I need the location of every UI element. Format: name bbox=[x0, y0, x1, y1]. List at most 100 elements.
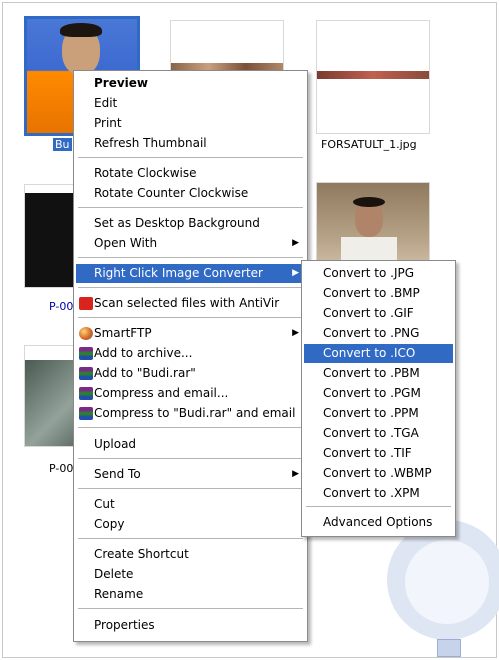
image-converter-submenu: Convert to .JPG Convert to .BMP Convert … bbox=[301, 260, 456, 537]
menu-item-add-to-budi-rar[interactable]: Add to "Budi.rar" bbox=[76, 364, 305, 383]
menu-item-delete[interactable]: Delete bbox=[76, 565, 305, 584]
window-corner-button[interactable] bbox=[437, 639, 461, 657]
menu-item-label: Convert to .PGM bbox=[323, 386, 421, 400]
submenu-item-convert-png[interactable]: Convert to .PNG bbox=[304, 324, 453, 343]
menu-item-label: Convert to .PNG bbox=[323, 326, 420, 340]
menu-item-smartftp[interactable]: SmartFTP ▶ bbox=[76, 324, 305, 343]
menu-item-label: Preview bbox=[94, 76, 149, 90]
menu-separator bbox=[78, 458, 303, 459]
background-logo-center bbox=[405, 540, 489, 624]
menu-item-label: Convert to .XPM bbox=[323, 486, 420, 500]
menu-item-copy[interactable]: Copy bbox=[76, 515, 305, 534]
thumbnail-strip bbox=[317, 71, 429, 79]
submenu-arrow-icon: ▶ bbox=[292, 469, 299, 479]
menu-separator bbox=[78, 257, 303, 258]
menu-item-label: Refresh Thumbnail bbox=[94, 136, 207, 150]
menu-item-label: Scan selected files with AntiVir bbox=[94, 296, 280, 310]
menu-item-label: Copy bbox=[94, 517, 125, 531]
menu-item-right-click-image-converter[interactable]: Right Click Image Converter ▶ bbox=[76, 264, 305, 283]
menu-item-label: Advanced Options bbox=[323, 515, 433, 529]
menu-item-scan-antivir[interactable]: Scan selected files with AntiVir bbox=[76, 294, 305, 313]
menu-item-label: Convert to .TIF bbox=[323, 446, 412, 460]
menu-item-label: Set as Desktop Background bbox=[94, 216, 260, 230]
menu-separator bbox=[78, 538, 303, 539]
menu-item-label: Convert to .TGA bbox=[323, 426, 419, 440]
antivir-icon bbox=[79, 297, 93, 310]
submenu-arrow-icon: ▶ bbox=[292, 328, 299, 338]
submenu-item-convert-ico[interactable]: Convert to .ICO bbox=[304, 344, 453, 363]
submenu-item-convert-jpg[interactable]: Convert to .JPG bbox=[304, 264, 453, 283]
submenu-item-advanced-options[interactable]: Advanced Options bbox=[304, 513, 453, 532]
menu-item-rotate-clockwise[interactable]: Rotate Clockwise bbox=[76, 164, 305, 183]
menu-item-label: Edit bbox=[94, 96, 118, 110]
menu-item-label: Open With bbox=[94, 236, 158, 250]
menu-item-label: Cut bbox=[94, 497, 115, 511]
menu-item-label: Rotate Clockwise bbox=[94, 166, 197, 180]
winrar-icon bbox=[79, 347, 93, 360]
menu-item-cut[interactable]: Cut bbox=[76, 495, 305, 514]
menu-item-properties[interactable]: Properties bbox=[76, 616, 305, 635]
file-thumbnail-forsatult[interactable] bbox=[316, 20, 430, 134]
submenu-item-convert-pbm[interactable]: Convert to .PBM bbox=[304, 364, 453, 383]
file-caption-p00-1[interactable]: P-00 bbox=[49, 300, 73, 313]
submenu-arrow-icon: ▶ bbox=[292, 268, 299, 278]
menu-item-label: Convert to .BMP bbox=[323, 286, 420, 300]
menu-item-label: Add to "Budi.rar" bbox=[94, 366, 196, 380]
menu-item-compress-to-budi-rar-and-email[interactable]: Compress to "Budi.rar" and email bbox=[76, 404, 305, 423]
menu-separator bbox=[78, 157, 303, 158]
submenu-item-convert-pgm[interactable]: Convert to .PGM bbox=[304, 384, 453, 403]
submenu-item-convert-ppm[interactable]: Convert to .PPM bbox=[304, 404, 453, 423]
file-caption-budi[interactable]: Bu bbox=[53, 138, 72, 151]
menu-item-label: Create Shortcut bbox=[94, 547, 189, 561]
menu-item-refresh-thumbnail[interactable]: Refresh Thumbnail bbox=[76, 134, 305, 153]
menu-item-set-desktop-background[interactable]: Set as Desktop Background bbox=[76, 214, 305, 233]
menu-item-label: Rotate Counter Clockwise bbox=[94, 186, 249, 200]
context-menu: Preview Edit Print Refresh Thumbnail Rot… bbox=[73, 70, 308, 642]
submenu-arrow-icon: ▶ bbox=[292, 238, 299, 248]
menu-item-label: Rename bbox=[94, 587, 144, 601]
file-caption-forsatult[interactable]: FORSATULT_1.jpg bbox=[321, 138, 417, 151]
winrar-icon bbox=[79, 407, 93, 420]
submenu-item-convert-gif[interactable]: Convert to .GIF bbox=[304, 304, 453, 323]
menu-item-label: Convert to .PPM bbox=[323, 406, 419, 420]
winrar-icon bbox=[79, 387, 93, 400]
menu-item-rename[interactable]: Rename bbox=[76, 585, 305, 604]
menu-separator bbox=[78, 488, 303, 489]
submenu-item-convert-xpm[interactable]: Convert to .XPM bbox=[304, 484, 453, 503]
thumbnail-hair bbox=[60, 23, 102, 37]
menu-item-open-with[interactable]: Open With ▶ bbox=[76, 234, 305, 253]
menu-item-label: Compress and email... bbox=[94, 386, 229, 400]
thumbnail-hair bbox=[353, 197, 385, 207]
menu-item-label: Delete bbox=[94, 567, 134, 581]
menu-separator bbox=[306, 506, 451, 507]
menu-item-rotate-counter-clockwise[interactable]: Rotate Counter Clockwise bbox=[76, 184, 305, 203]
menu-item-label: Send To bbox=[94, 467, 141, 481]
menu-item-label: Convert to .PBM bbox=[323, 366, 420, 380]
menu-item-label: Convert to .GIF bbox=[323, 306, 414, 320]
thumbnail-photo bbox=[317, 21, 429, 133]
menu-item-label: Upload bbox=[94, 437, 137, 451]
menu-item-send-to[interactable]: Send To ▶ bbox=[76, 465, 305, 484]
menu-item-label: Print bbox=[94, 116, 122, 130]
submenu-item-convert-wbmp[interactable]: Convert to .WBMP bbox=[304, 464, 453, 483]
submenu-item-convert-bmp[interactable]: Convert to .BMP bbox=[304, 284, 453, 303]
menu-separator bbox=[78, 207, 303, 208]
menu-item-print[interactable]: Print bbox=[76, 114, 305, 133]
menu-item-preview[interactable]: Preview bbox=[76, 74, 305, 93]
submenu-item-convert-tif[interactable]: Convert to .TIF bbox=[304, 444, 453, 463]
submenu-item-convert-tga[interactable]: Convert to .TGA bbox=[304, 424, 453, 443]
menu-separator bbox=[78, 317, 303, 318]
menu-item-label: Add to archive... bbox=[94, 346, 193, 360]
menu-item-label: Right Click Image Converter bbox=[94, 266, 263, 280]
menu-separator bbox=[78, 427, 303, 428]
menu-item-edit[interactable]: Edit bbox=[76, 94, 305, 113]
file-caption-p00-2[interactable]: P-00 bbox=[49, 462, 73, 475]
menu-item-compress-and-email[interactable]: Compress and email... bbox=[76, 384, 305, 403]
menu-item-add-to-archive[interactable]: Add to archive... bbox=[76, 344, 305, 363]
menu-item-create-shortcut[interactable]: Create Shortcut bbox=[76, 545, 305, 564]
menu-item-label: SmartFTP bbox=[94, 326, 152, 340]
menu-item-upload[interactable]: Upload bbox=[76, 435, 305, 454]
menu-item-label: Convert to .WBMP bbox=[323, 466, 432, 480]
menu-separator bbox=[78, 608, 303, 609]
menu-item-label: Properties bbox=[94, 618, 155, 632]
